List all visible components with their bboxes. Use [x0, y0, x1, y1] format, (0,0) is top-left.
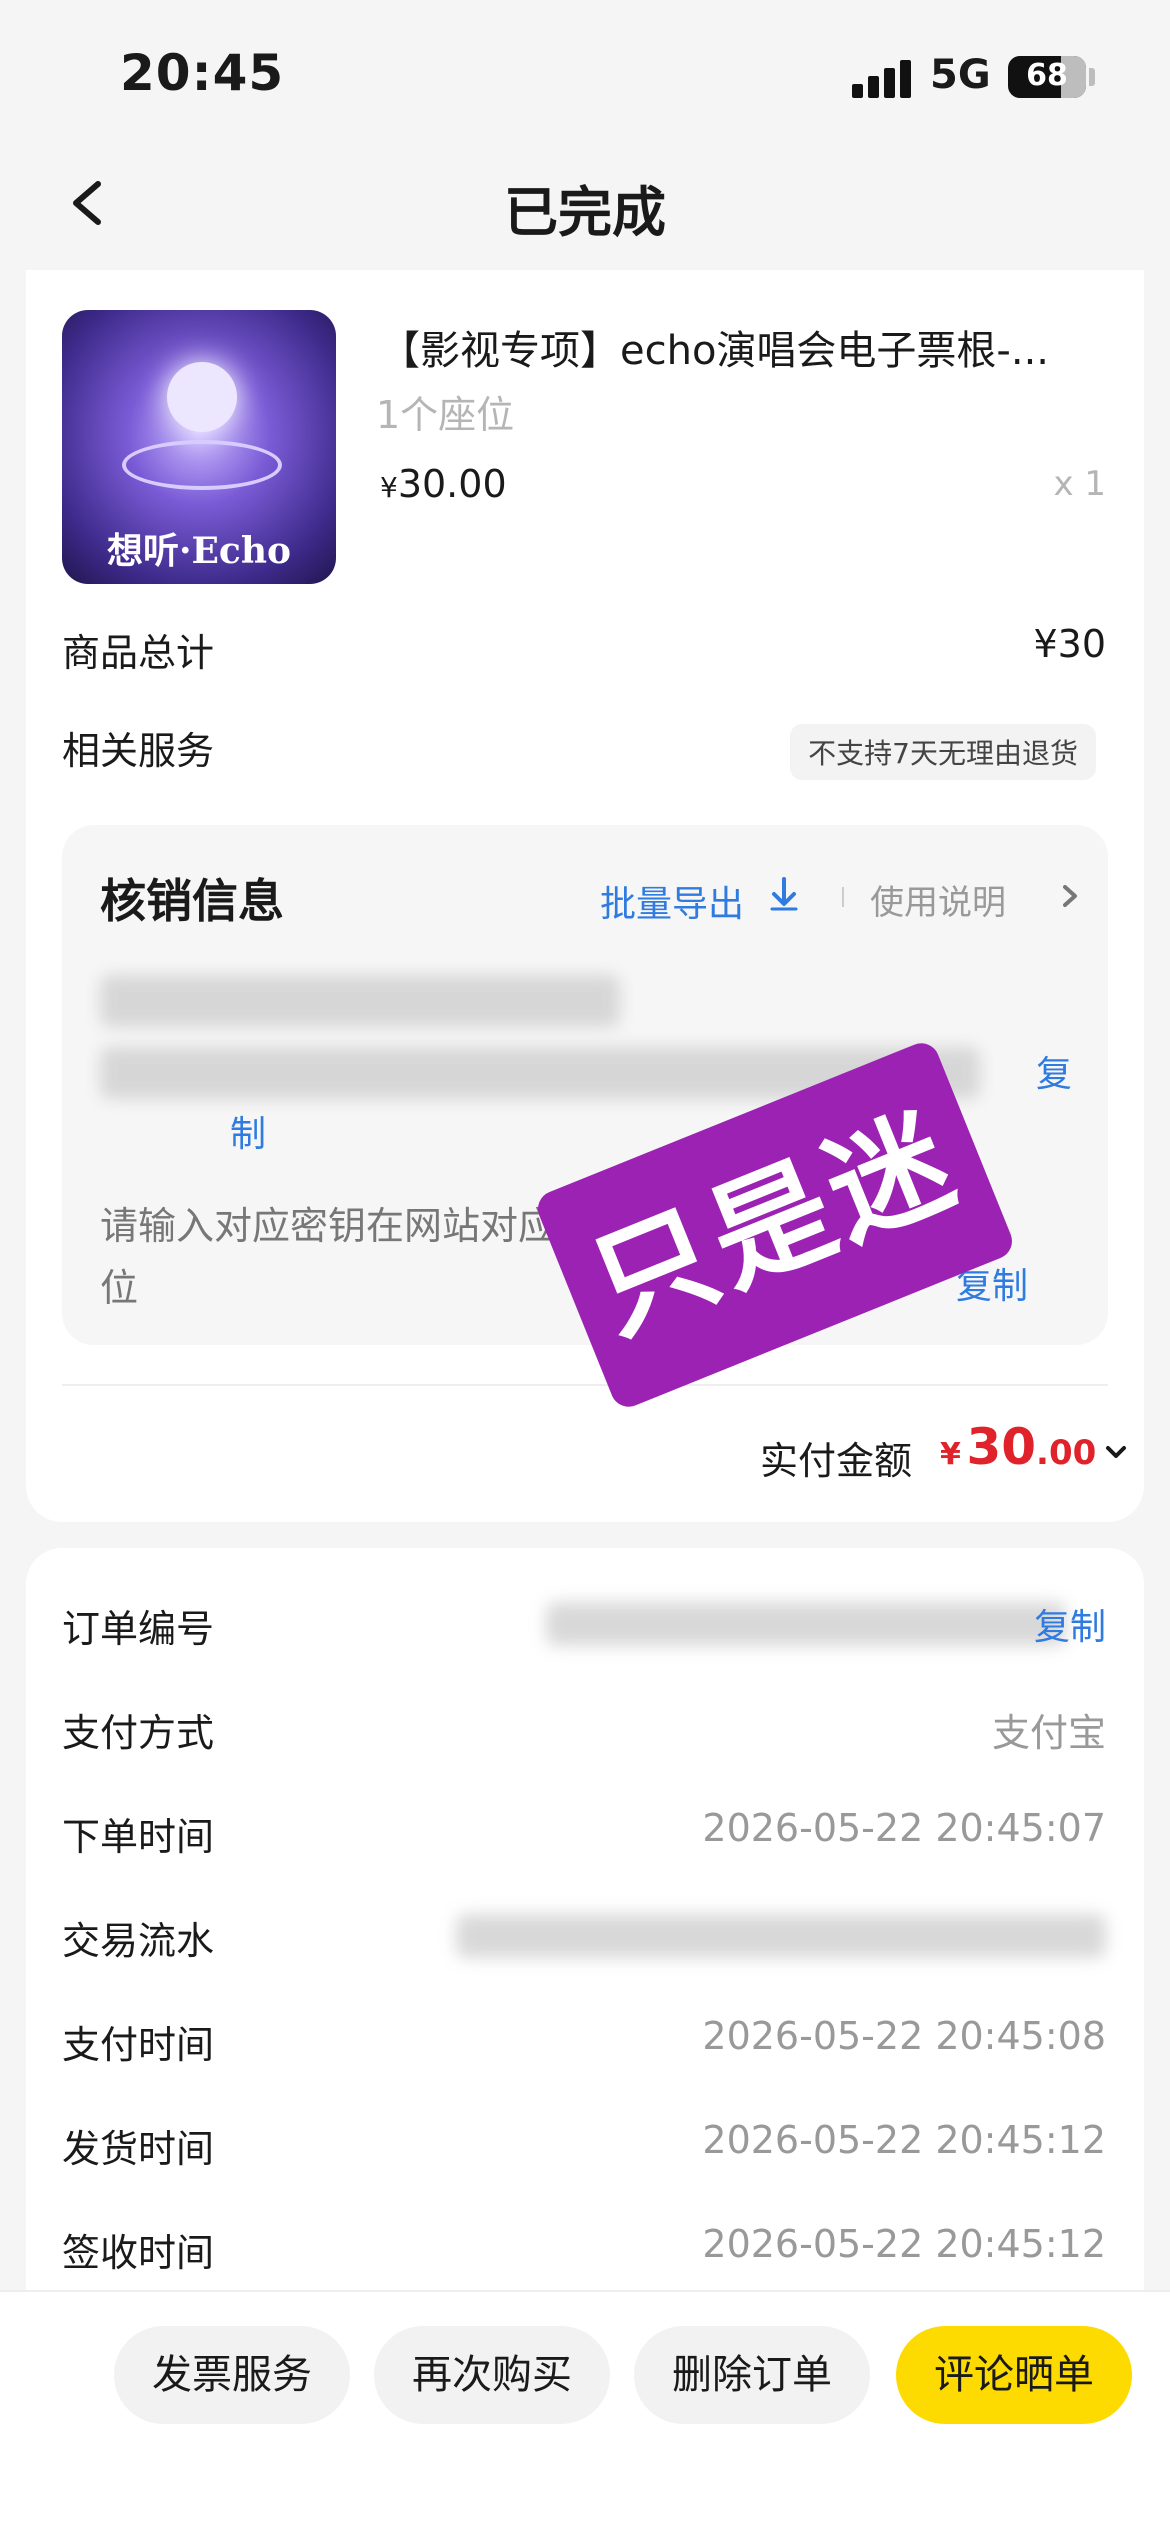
chevron-down-icon[interactable]	[1102, 1440, 1130, 1464]
payment-time-label: 支付时间	[62, 2023, 215, 2067]
currency-symbol: ¥	[940, 1437, 961, 1472]
transaction-id-label: 交易流水	[62, 1919, 215, 1963]
copy-link-button[interactable]: 复	[1036, 1045, 1072, 1097]
shipping-time-value: 2026-05-22 20:45:12	[702, 2118, 1106, 2162]
receive-time-label: 签收时间	[62, 2231, 215, 2275]
payment-method-label: 支付方式	[62, 1711, 215, 1755]
order-time-label: 下单时间	[62, 1815, 215, 1859]
paid-amount[interactable]: ¥ 30.00	[940, 1418, 1096, 1476]
buy-again-button[interactable]: 再次购买	[374, 2326, 610, 2424]
divider	[842, 887, 844, 907]
order-number-label: 订单编号	[62, 1607, 215, 1651]
download-icon[interactable]	[764, 873, 804, 913]
product-price: ¥30.00	[380, 462, 507, 506]
battery-tip	[1089, 68, 1095, 86]
paid-amount-label: 实付金额	[760, 1439, 913, 1483]
status-time: 20:45	[120, 44, 285, 102]
product-title[interactable]: 【影视专项】echo演唱会电子票根-...	[380, 318, 1120, 376]
service-badge: 不支持7天无理由退货	[790, 724, 1096, 780]
redacted-transaction-id	[456, 1914, 1106, 1958]
product-subtitle: 1个座位	[376, 393, 515, 437]
batch-export-button[interactable]: 批量导出	[600, 875, 744, 927]
status-bar: 20:45 5G 68	[0, 0, 1170, 150]
invoice-service-button[interactable]: 发票服务	[114, 2326, 350, 2424]
redacted-ticket-name	[100, 975, 620, 1027]
total-label: 商品总计	[62, 631, 215, 675]
usage-instructions-link[interactable]: 使用说明	[870, 875, 1006, 924]
flower-graphic	[167, 362, 237, 432]
stage-graphic	[122, 440, 282, 490]
page-title: 已完成	[504, 181, 666, 244]
shipping-time-label: 发货时间	[62, 2127, 215, 2171]
product-quantity: x 1	[1053, 464, 1106, 504]
battery-icon: 68	[1008, 56, 1086, 98]
network-type: 5G	[930, 52, 991, 98]
product-image[interactable]: 想听·Echo	[62, 310, 336, 584]
copy-link-button-wrap[interactable]: 制	[230, 1105, 266, 1157]
chevron-right-icon	[1063, 885, 1077, 907]
copy-order-number-button[interactable]: 复制	[1034, 1598, 1106, 1650]
divider	[62, 1384, 1108, 1386]
review-button[interactable]: 评论晒单	[896, 2326, 1132, 2424]
order-time-value: 2026-05-22 20:45:07	[702, 1806, 1106, 1850]
verification-title: 核销信息	[100, 874, 284, 928]
payment-time-value: 2026-05-22 20:45:08	[702, 2014, 1106, 2058]
order-info-card: 订单编号 复制 支付方式 支付宝 下单时间 2026-05-22 20:45:0…	[26, 1548, 1144, 2348]
battery-level: 68	[1026, 58, 1068, 93]
signal-icon	[852, 60, 912, 98]
service-label: 相关服务	[62, 729, 215, 773]
product-price-value: 30.00	[397, 462, 507, 506]
receive-time-value: 2026-05-22 20:45:12	[702, 2222, 1106, 2266]
paid-amount-integer: 30	[966, 1418, 1037, 1476]
payment-method-value: 支付宝	[991, 1711, 1106, 1755]
product-image-text: 想听·Echo	[106, 530, 292, 572]
total-value: ¥30	[1033, 622, 1106, 666]
order-product-card: 想听·Echo 【影视专项】echo演唱会电子票根-... 1个座位 ¥30.0…	[26, 270, 1144, 1522]
redacted-order-number	[546, 1602, 1066, 1646]
delete-order-button[interactable]: 删除订单	[634, 2326, 870, 2424]
currency-symbol: ¥	[380, 471, 398, 504]
paid-amount-decimal: .00	[1036, 1433, 1097, 1473]
bottom-action-bar: 发票服务 再次购买 删除订单 评论晒单	[0, 2290, 1170, 2532]
